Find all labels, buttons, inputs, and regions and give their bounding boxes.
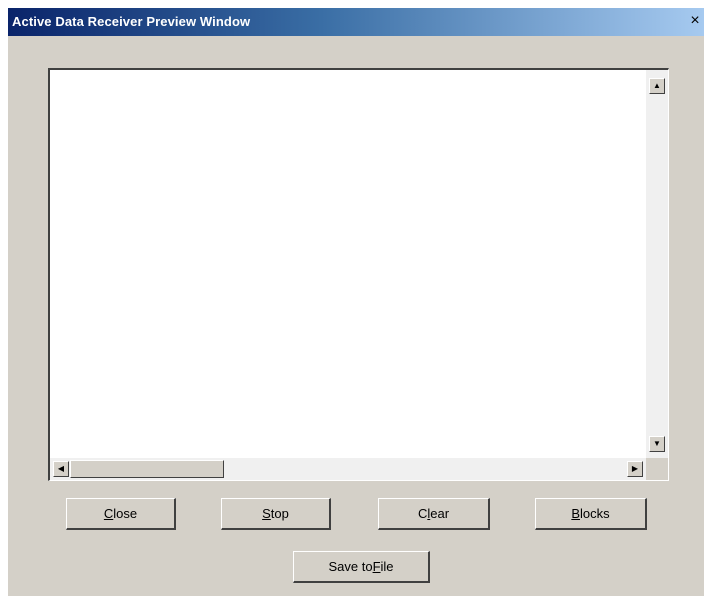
clear-button-label: ear: [430, 506, 450, 521]
save-button-mnemonic: F: [372, 559, 381, 574]
close-button[interactable]: Close: [66, 498, 176, 530]
scroll-right-icon[interactable]: ▶: [627, 461, 643, 477]
scroll-up-icon[interactable]: ▲: [649, 78, 665, 94]
save-button-label: ile: [380, 559, 394, 574]
save-to-file-button[interactable]: Save to File: [293, 551, 430, 583]
clear-button[interactable]: Cl ear: [378, 498, 490, 530]
blocks-button[interactable]: Blocks: [535, 498, 647, 530]
close-button-label: lose: [113, 506, 138, 521]
preview-window: Active Data Receiver Preview Window × ▲ …: [8, 8, 704, 596]
close-window-icon[interactable]: ×: [688, 13, 702, 29]
scroll-left-icon[interactable]: ◀: [53, 461, 69, 477]
scrollbar-corner: [646, 458, 668, 480]
scroll-down-icon[interactable]: ▼: [649, 436, 665, 452]
stop-button[interactable]: Stop: [221, 498, 331, 530]
close-button-mnemonic: C: [103, 506, 114, 521]
blocks-button-label: locks: [580, 506, 610, 521]
save-button-prefix: Save to: [328, 559, 373, 574]
data-output-textbox[interactable]: ▲ ▼ ◀ ▶: [48, 68, 669, 481]
clear-button-prefix: C: [417, 506, 428, 521]
vertical-scrollbar[interactable]: ▲ ▼: [646, 70, 668, 458]
title-bar[interactable]: Active Data Receiver Preview Window ×: [8, 8, 704, 36]
stop-button-mnemonic: S: [262, 506, 271, 521]
stop-button-label: top: [270, 506, 289, 521]
horizontal-scroll-thumb[interactable]: [70, 460, 224, 478]
blocks-button-mnemonic: B: [571, 506, 581, 521]
window-title: Active Data Receiver Preview Window: [12, 14, 251, 29]
horizontal-scrollbar[interactable]: ◀ ▶: [50, 458, 646, 480]
